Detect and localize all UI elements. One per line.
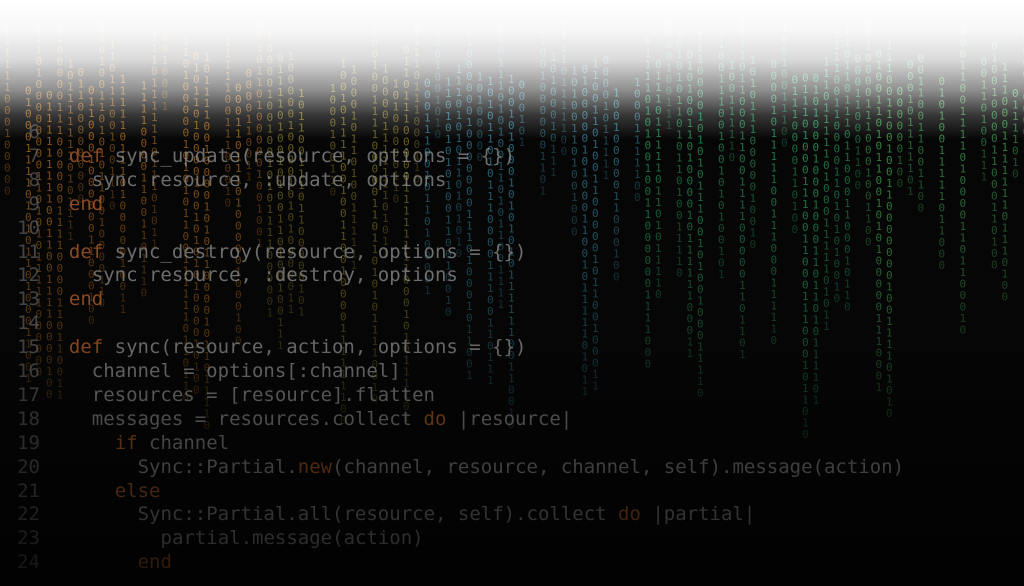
- line-number: 24: [17, 551, 40, 574]
- code-segment: (channel, resource, channel, self).messa…: [332, 455, 905, 478]
- line-text: channel = options[:channel]: [92, 359, 401, 383]
- code-segment: |resource|: [446, 407, 573, 430]
- line-text: partial.message(action): [161, 526, 424, 550]
- line-text: end: [69, 192, 103, 216]
- code-keyword: end: [68, 288, 104, 311]
- code-segment: sync_update(resource, options = {}): [103, 144, 516, 167]
- code-segment: partial.message(action): [160, 527, 424, 550]
- line-text: def sync(resource, action, options = {}): [69, 335, 527, 359]
- line-number: 19: [17, 431, 40, 454]
- line-number: 6: [28, 121, 40, 143]
- code-segment: sync_destroy(resource, options = {}): [103, 240, 527, 263]
- code-keyword: new: [297, 455, 333, 478]
- code-keyword: end: [137, 551, 172, 574]
- code-keyword: do: [423, 407, 447, 430]
- line-number: 23: [17, 527, 40, 550]
- line-text: messages = resources.collect do |resourc…: [92, 407, 572, 431]
- code-keyword: else: [114, 479, 161, 502]
- code-keyword: do: [618, 503, 641, 526]
- line-text: else: [115, 479, 161, 503]
- code-segment: resources = [resource].flatten: [91, 383, 435, 406]
- line-text: Sync::Partial.new(channel, resource, cha…: [138, 455, 904, 479]
- line-number: 20: [17, 455, 40, 478]
- code-segment: channel: [137, 431, 230, 454]
- code-segment: sync resource, :update, options: [91, 168, 447, 191]
- line-number: 16: [17, 360, 40, 382]
- code-keyword: def: [68, 144, 104, 167]
- line-number: 11: [17, 240, 40, 263]
- code-listing: 6 7 def sync_update(resource, options = {}…: [0, 0, 1024, 586]
- code-segment: sync(resource, action, options = {}): [103, 336, 527, 359]
- code-segment: channel = options[:channel]: [91, 360, 401, 382]
- line-number: 13: [17, 288, 40, 311]
- line-text: Sync::Partial.all(resource, self).collec…: [138, 502, 756, 526]
- line-number: 17: [17, 383, 40, 406]
- code-keyword: if: [114, 431, 138, 454]
- line-text: def sync_update(resource, options = {}): [69, 144, 515, 168]
- line-number: 7: [28, 144, 40, 167]
- line-text: resources = [resource].flatten: [92, 383, 435, 407]
- code-segment: Sync::Partial.all(resource, self).collec…: [137, 503, 619, 526]
- code-segment: sync resource, :destroy, options: [91, 264, 458, 287]
- line-number: 18: [17, 407, 40, 430]
- line-text: sync resource, :update, options: [92, 168, 447, 192]
- line-number: 8: [28, 168, 40, 191]
- code-keyword: def: [68, 336, 104, 359]
- line-number: 12: [17, 264, 40, 287]
- code-keyword: end: [68, 192, 104, 215]
- line-text: def sync_destroy(resource, options = {}): [69, 240, 527, 264]
- line-number: 15: [17, 336, 40, 359]
- code-keyword: def: [68, 240, 104, 263]
- code-segment: messages = resources.collect: [91, 407, 424, 430]
- line-text: end: [138, 550, 172, 574]
- line-number: 21: [17, 479, 40, 502]
- line-text: if channel: [115, 431, 229, 455]
- line-number: 9: [28, 192, 40, 215]
- line-number: 10: [17, 216, 40, 239]
- line-text: end: [69, 287, 103, 311]
- line-text: sync resource, :destroy, options: [92, 263, 458, 287]
- code-segment: |partial|: [640, 503, 756, 526]
- line-number: 14: [17, 312, 40, 335]
- code-segment: Sync::Partial.: [137, 455, 298, 478]
- code-rain-background: 0111110001000000100011110101011010001100…: [0, 0, 1024, 586]
- line-number: 22: [17, 503, 40, 526]
